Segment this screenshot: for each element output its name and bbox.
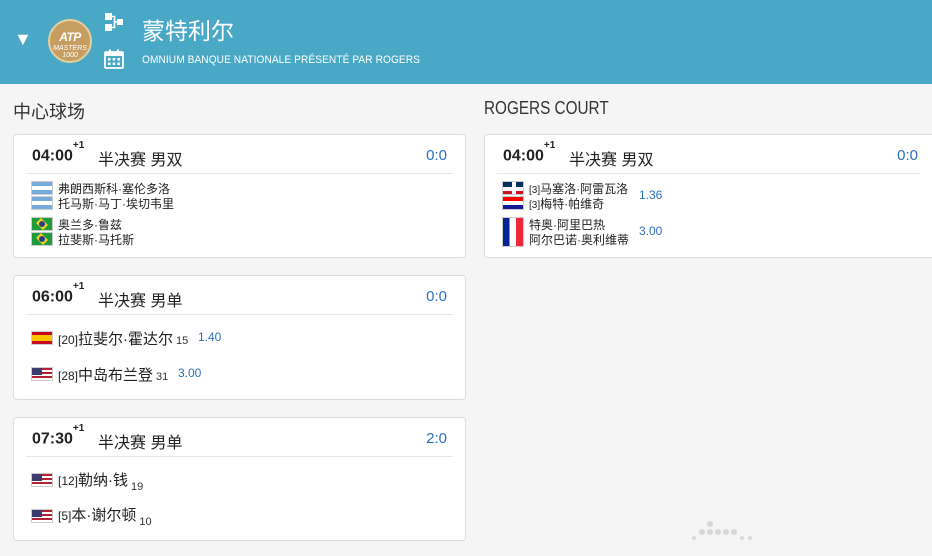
dominican-flag-icon [502, 181, 524, 195]
collapse-icon[interactable]: ▼ [14, 30, 32, 48]
brazil-flag-icon [31, 217, 53, 231]
player-name[interactable]: [3]梅特·帕维奇 [529, 195, 604, 212]
argentina-flag-icon [31, 181, 53, 195]
player-seed: [20] [58, 333, 79, 347]
match-card[interactable]: 04:00+1 半决赛 男双 0:0 弗朗西斯科·塞伦多洛 托马斯·马丁·埃切韦… [13, 134, 466, 258]
divider [26, 314, 453, 315]
bracket-icon[interactable] [104, 12, 124, 32]
player-name[interactable]: 阿尔巴诺·奥利维蒂 [529, 231, 629, 248]
match-time: 06:00+1 [32, 281, 85, 306]
team-odds[interactable]: 3.00 [639, 224, 662, 238]
match-score: 0:0 [426, 288, 447, 305]
tournament-title: 蒙特利尔 [142, 18, 234, 44]
player-name[interactable]: [12]勒纳·钱 19 [58, 469, 144, 493]
player-seed: [5] [58, 509, 72, 523]
player-rank: 15 [176, 335, 189, 347]
player-rank: 31 [156, 371, 169, 383]
tournament-subtitle: OMNIUM BANQUE NATIONALE PRÉSENTÉ PAR ROG… [142, 54, 420, 66]
player-rank: 10 [139, 516, 152, 528]
court-title-center: 中心球场 [13, 102, 85, 122]
player-name[interactable]: [28]中岛布兰登 31 [58, 364, 168, 385]
usa-flag-icon [31, 473, 53, 487]
court-title-rogers: ROGERS COURT [484, 98, 609, 118]
divider [497, 173, 920, 174]
team-odds[interactable]: 1.36 [639, 188, 662, 202]
player-name[interactable]: 拉斐斯·马托斯 [58, 231, 134, 248]
usa-flag-icon [31, 509, 53, 523]
player-odds[interactable]: 1.40 [198, 330, 221, 344]
match-score: 0:0 [897, 147, 918, 164]
match-round: 半决赛 男双 [98, 152, 183, 169]
match-round: 半决赛 男单 [98, 293, 183, 310]
spain-flag-icon [31, 331, 53, 345]
match-time: 04:00+1 [32, 140, 85, 165]
match-card[interactable]: 06:00+1 半决赛 男单 0:0 [20]拉斐尔·霍达尔 15 1.40 [2… [13, 275, 466, 400]
argentina-flag-icon [31, 196, 53, 210]
divider [26, 173, 453, 174]
divider [26, 456, 453, 457]
player-name[interactable]: [20]拉斐尔·霍达尔 15 [58, 328, 188, 349]
player-rank: 19 [131, 481, 144, 493]
france-flag-icon [502, 217, 524, 247]
match-score: 0:0 [426, 147, 447, 164]
player-name[interactable]: [5]本·谢尔顿 10 [58, 504, 152, 528]
match-time: 07:30+1 [32, 423, 85, 448]
match-card[interactable]: 04:00+1 半决赛 男双 0:0 [3]马塞洛·阿雷瓦洛 [3]梅特·帕维奇… [484, 134, 932, 258]
match-time: 04:00+1 [503, 140, 556, 165]
player-seed: [28] [58, 369, 79, 383]
player-odds[interactable]: 3.00 [178, 366, 201, 380]
match-card[interactable]: 07:30+1 半决赛 男单 2:0 [12]勒纳·钱 19 [5]本·谢尔顿 10 [13, 417, 466, 541]
match-round: 半决赛 男双 [569, 152, 654, 169]
tournament-header: ▼ ATP MASTERS 1000 蒙特利尔 OMNIUM BANQUE NA… [0, 0, 932, 84]
atp-logo: ATP MASTERS 1000 [48, 19, 92, 63]
croatia-flag-icon [502, 196, 524, 210]
calendar-icon[interactable] [104, 49, 124, 69]
usa-flag-icon [31, 367, 53, 381]
player-seed: [12] [58, 474, 79, 488]
match-round: 半决赛 男单 [98, 435, 183, 452]
brazil-flag-icon [31, 232, 53, 246]
more-dots-icon [692, 521, 752, 540]
match-score: 2:0 [426, 430, 447, 447]
player-name[interactable]: 托马斯·马丁·埃切韦里 [58, 195, 174, 212]
